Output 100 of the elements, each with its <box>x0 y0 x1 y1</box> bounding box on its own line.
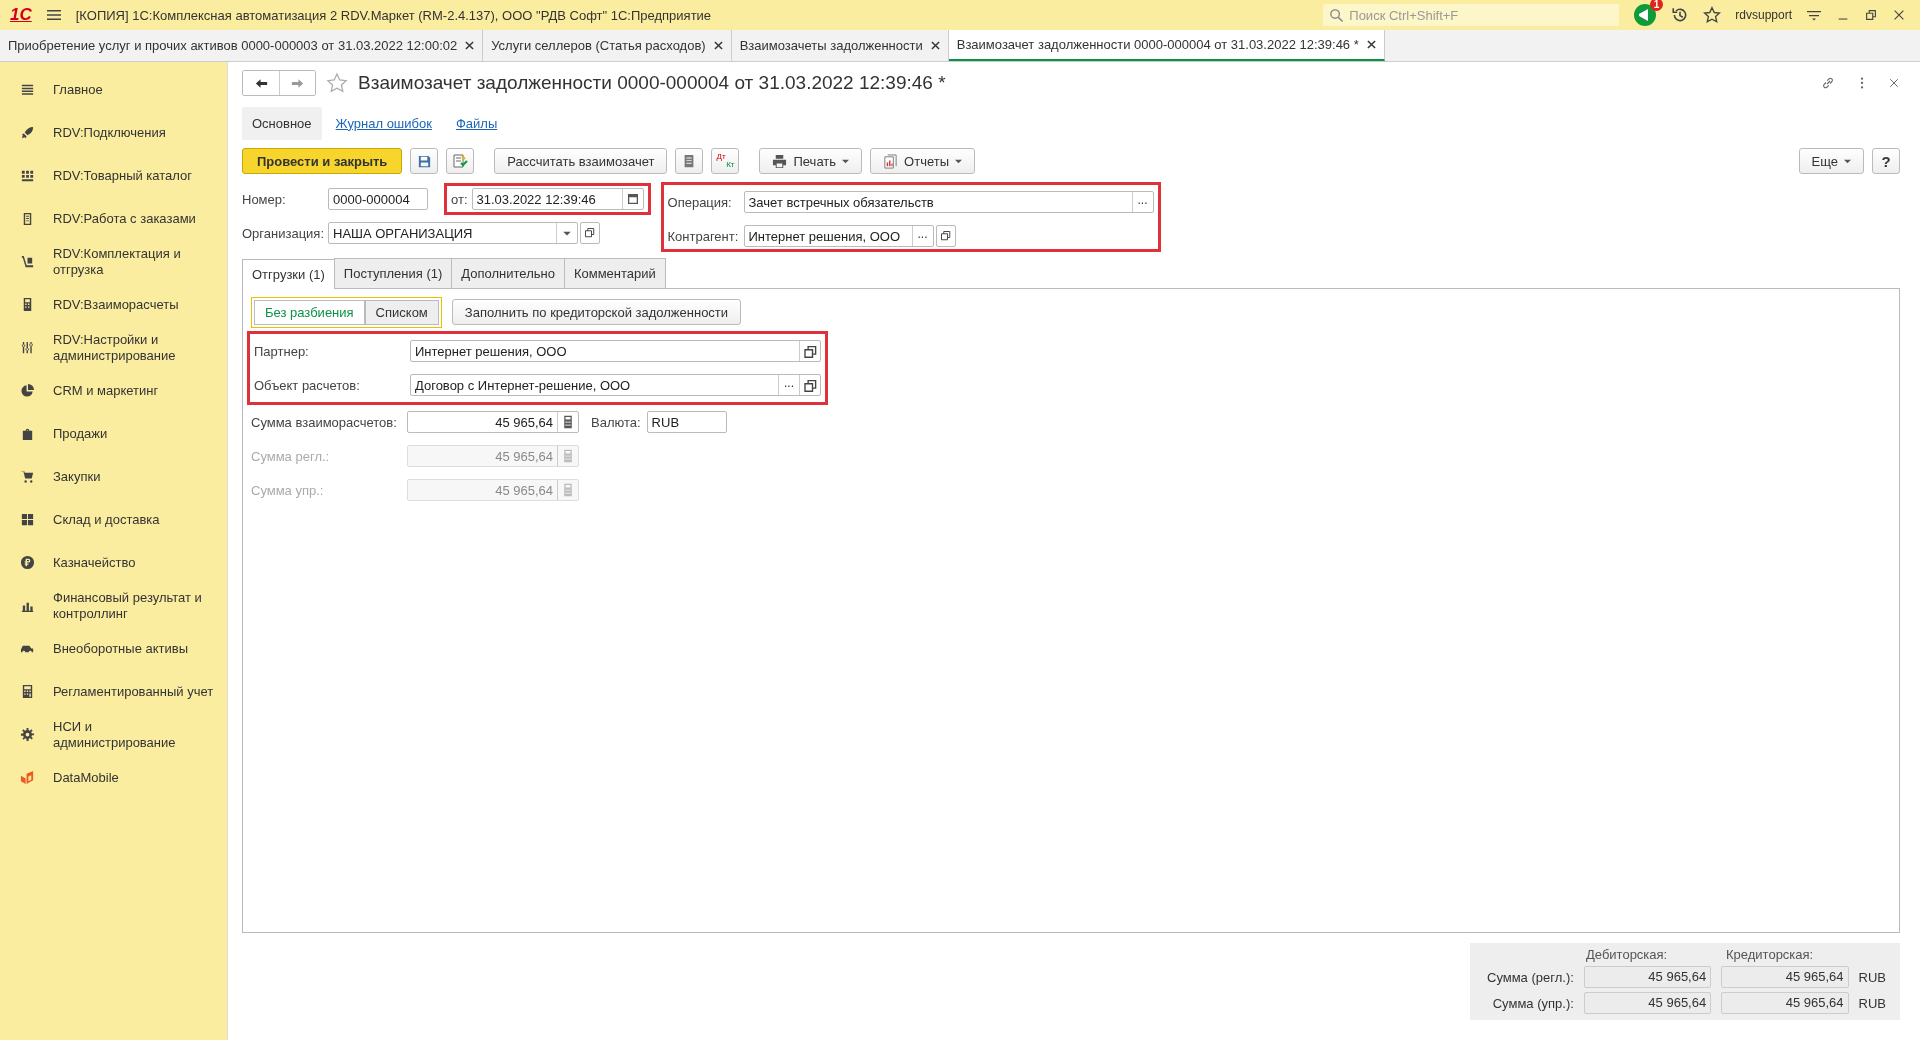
notification-badge: 1 <box>1649 0 1664 11</box>
total-field: 45 965,64 <box>1583 992 1712 1014</box>
post-and-close-button[interactable]: Провести и закрыть <box>242 148 403 174</box>
help-button[interactable]: ? <box>1872 148 1900 174</box>
calculate-button[interactable]: Рассчитать взаимозачет <box>494 148 668 174</box>
column-header: Дебиторская: <box>1586 947 1669 962</box>
field-label: Сумма взаиморасчетов: <box>251 414 398 430</box>
list-icon <box>20 82 35 97</box>
sidebar-item[interactable]: Казначейство <box>0 541 227 584</box>
star-icon[interactable] <box>1703 6 1722 24</box>
currency-label: RUB <box>1858 995 1886 1011</box>
grid-icon <box>20 168 35 183</box>
list-button[interactable] <box>675 148 704 174</box>
organization-field[interactable]: НАША ОРГАНИЗАЦИЯ <box>328 222 578 244</box>
page-tab[interactable]: Комментарий <box>563 258 666 288</box>
fill-button[interactable]: Заполнить по кредиторской задолженности <box>451 299 742 325</box>
cart-icon <box>20 469 35 484</box>
close-icon[interactable] <box>465 41 475 50</box>
caret-icon <box>1844 157 1851 165</box>
sidebar-item[interactable]: RDV:Подключения <box>0 111 227 154</box>
sidebar-item[interactable]: DataMobile <box>0 756 227 799</box>
partner-field[interactable]: Интернет решения, ООО <box>410 340 821 362</box>
number-field[interactable]: 0000-000004 <box>328 188 428 210</box>
close-icon[interactable] <box>1888 77 1900 89</box>
field-label: Номер: <box>242 191 287 207</box>
mode-option[interactable]: Списком <box>364 299 439 325</box>
field-label: от: <box>451 191 468 207</box>
close-icon[interactable] <box>1892 8 1906 22</box>
choose-button[interactable]: ... <box>911 226 933 246</box>
page-tab[interactable]: Поступления (1) <box>333 258 453 288</box>
search-icon <box>1329 8 1345 23</box>
print-button[interactable]: Печать <box>759 148 863 174</box>
sidebar-item[interactable]: Главное <box>0 68 227 111</box>
currency-field[interactable]: RUB <box>646 411 727 433</box>
document-tab[interactable]: Взаимозачет задолженности 0000-000004 от 31.03.2022 12:39:46 * <box>948 30 1385 61</box>
sidebar-item[interactable]: Финансовый результат и контроллинг <box>0 584 227 627</box>
sidebar-item[interactable]: RDV:Товарный каталог <box>0 154 227 197</box>
amount-field: 45 965,64 <box>407 445 579 467</box>
link-icon[interactable] <box>1820 75 1836 91</box>
page-tab[interactable]: Отгрузки (1) <box>242 259 335 289</box>
save-button[interactable] <box>410 148 439 174</box>
more-icon[interactable] <box>1860 76 1864 90</box>
coin-icon <box>20 555 35 570</box>
section-link[interactable]: Основное <box>242 106 322 140</box>
open-button[interactable] <box>935 225 956 247</box>
amount-field: 45 965,64 <box>407 479 579 501</box>
open-button[interactable] <box>580 222 600 244</box>
sidebar-item[interactable]: Закупки <box>0 455 227 498</box>
window-title: [КОПИЯ] 1С:Комплексная автоматизация 2 RDV.Маркет (RM-2.4.137), ООО "РДВ Софт" 1С:Предприятие <box>75 7 713 23</box>
row-label: Сумма (регл.): <box>1486 969 1574 985</box>
sidebar-item[interactable]: Склад и доставка <box>0 498 227 541</box>
field-label: Партнер: <box>254 343 310 359</box>
floppy-icon <box>416 153 432 169</box>
date-field[interactable]: 31.03.2022 12:39:46 <box>471 188 644 210</box>
total-field: 45 965,64 <box>1583 966 1712 988</box>
section-link[interactable]: Файлы <box>445 106 508 140</box>
field-label: Объект расчетов: <box>254 377 361 393</box>
sidebar-item[interactable]: Регламентированный учет <box>0 670 227 713</box>
amount-field[interactable]: 45 965,64 <box>407 411 579 433</box>
section-link[interactable]: Журнал ошибок <box>325 106 442 140</box>
close-icon[interactable] <box>930 41 940 50</box>
close-icon[interactable] <box>713 41 723 50</box>
sidebar-item[interactable]: RDV:Настройки и администрирование <box>0 326 227 369</box>
post-button[interactable] <box>446 148 475 174</box>
restore-icon[interactable] <box>1864 8 1878 22</box>
shopping-bag-icon <box>20 426 35 441</box>
sidebar-item[interactable]: RDV:Комплектация и отгрузка <box>0 240 227 283</box>
sidebar-item[interactable]: RDV:Работа с заказами <box>0 197 227 240</box>
open-window-icon <box>584 227 596 239</box>
printer-icon <box>772 153 788 169</box>
sidebar-item[interactable]: Продажи <box>0 412 227 455</box>
pie-chart-icon <box>20 383 35 398</box>
total-field: 45 965,64 <box>1721 992 1849 1014</box>
sliders-icon <box>20 340 35 355</box>
page-tab[interactable]: Дополнительно <box>451 258 565 288</box>
debit-credit-button[interactable]: Дт Кт <box>711 148 740 174</box>
mode-option[interactable]: Без разбиения <box>254 299 365 325</box>
search-field[interactable]: Поиск Ctrl+Shift+F <box>1323 4 1620 26</box>
sidebar-item[interactable]: RDV:Взаиморасчеты <box>0 283 227 326</box>
close-icon[interactable] <box>1366 40 1376 49</box>
tiles-icon <box>20 512 35 527</box>
menu-icon[interactable] <box>45 7 62 23</box>
user-name[interactable]: rdvsupport <box>1735 8 1792 22</box>
choose-button[interactable]: ... <box>778 375 799 395</box>
sidebar-item[interactable]: CRM и маркетинг <box>0 369 227 412</box>
open-window-icon <box>939 230 952 242</box>
rocket-icon <box>20 125 35 140</box>
star-icon[interactable] <box>326 72 348 94</box>
sidebar-item[interactable]: НСИ и администрирование <box>0 713 227 756</box>
calculator-icon <box>20 684 35 699</box>
choose-button[interactable]: ... <box>1131 192 1153 212</box>
operation-field[interactable]: Зачет встречных обязательств ... <box>743 191 1154 213</box>
field-label: Валюта: <box>591 414 641 430</box>
field-label: Организация: <box>242 225 322 241</box>
counterparty-field[interactable]: Интернет решения, ООО ... <box>743 225 934 247</box>
sidebar-item[interactable]: Внеоборотные активы <box>0 627 227 670</box>
reports-button[interactable]: Отчеты <box>870 148 975 174</box>
settlement-object-field[interactable]: Договор с Интернет-решение, ООО ... <box>410 374 821 396</box>
more-button[interactable]: Еще <box>1798 148 1864 174</box>
caret-icon <box>955 157 962 165</box>
